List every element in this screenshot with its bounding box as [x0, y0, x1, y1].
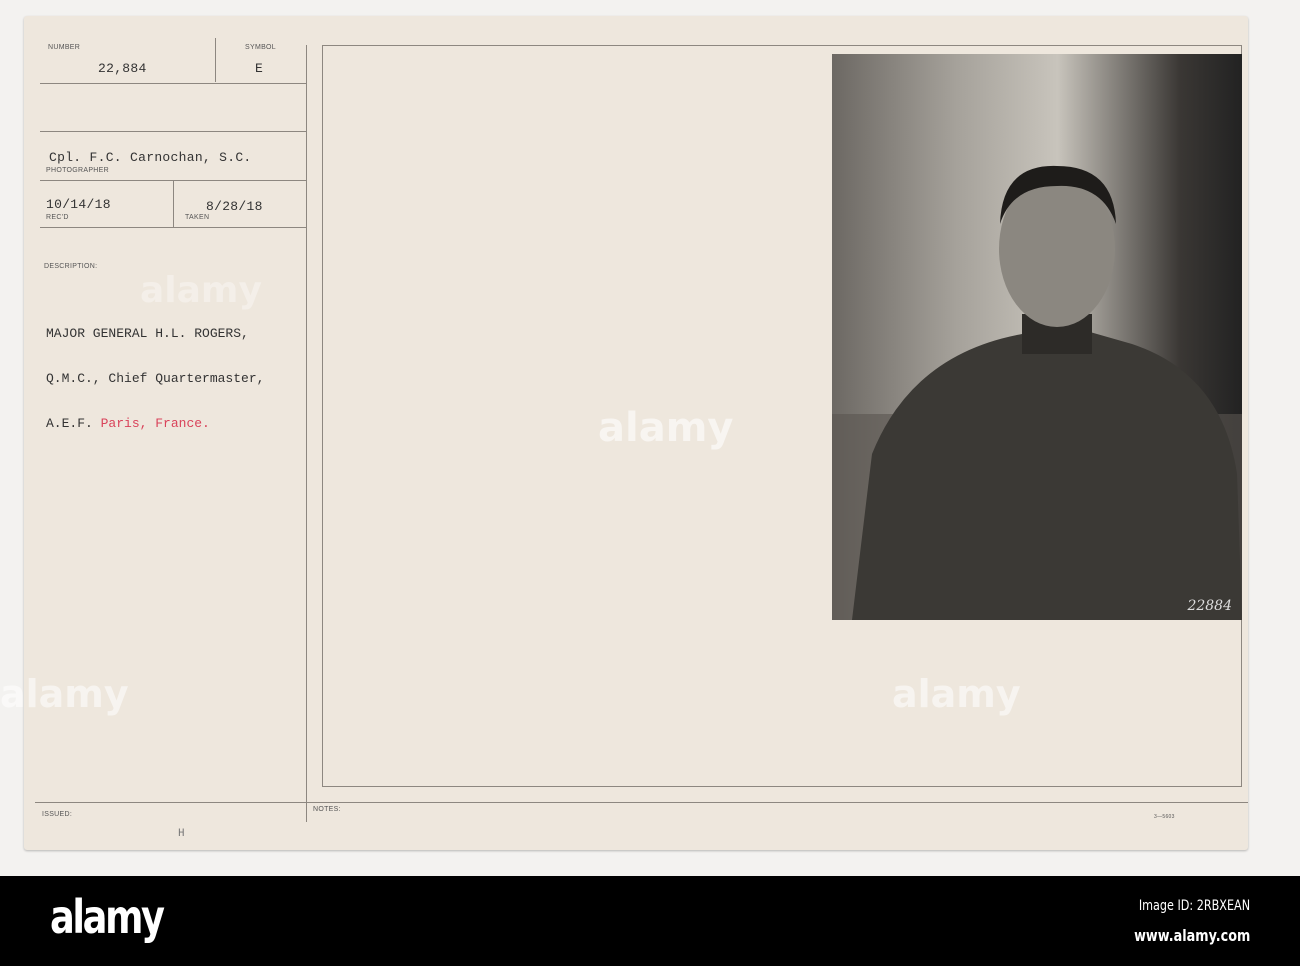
taken-label: TAKEN [185, 214, 210, 221]
divider [40, 131, 306, 132]
divider [40, 83, 306, 84]
description-location: Paris, France. [100, 416, 210, 431]
symbol-label: SYMBOL [245, 44, 276, 51]
issued-label: ISSUED: [42, 811, 73, 818]
watermark: alamy [0, 672, 129, 716]
issued-mark: H [178, 828, 185, 840]
number-value: 22,884 [98, 61, 147, 76]
divider [215, 38, 216, 82]
recd-label: REC'D [46, 214, 69, 221]
image-id: Image ID: 2RBXEAN [1138, 898, 1250, 914]
number-label: NUMBER [48, 44, 81, 51]
photo-number: 22884 [1187, 598, 1232, 614]
photographer-label: PHOTOGRAPHER [46, 167, 109, 174]
divider [173, 180, 174, 227]
divider [40, 227, 306, 228]
divider [35, 802, 1248, 803]
recd-value: 10/14/18 [46, 197, 111, 212]
column-divider [306, 45, 307, 822]
description-label: DESCRIPTION: [44, 263, 98, 270]
alamy-logo: alamy [50, 890, 165, 944]
website-link[interactable]: www.alamy.com [1134, 926, 1250, 945]
portrait-figure [832, 165, 1242, 620]
description: MAJOR GENERAL H.L. ROGERS, Q.M.C., Chief… [46, 296, 264, 461]
description-line: MAJOR GENERAL H.L. ROGERS, [46, 326, 249, 341]
form-number: 3—5603 [1154, 814, 1175, 820]
alamy-banner: alamy Image ID: 2RBXEAN www.alamy.com [0, 876, 1300, 966]
taken-value: 8/28/18 [206, 199, 263, 214]
notes-label: NOTES: [313, 806, 341, 813]
portrait-photo: 22884 [832, 54, 1242, 620]
description-line: A.E.F. [46, 416, 93, 431]
symbol-value: E [255, 61, 264, 76]
description-line: Q.M.C., Chief Quartermaster, [46, 371, 265, 386]
watermark: alamy [892, 672, 1021, 716]
photographer-value: Cpl. F.C. Carnochan, S.C. [49, 150, 252, 165]
watermark: alamy [598, 405, 734, 451]
watermark: alamy [140, 270, 262, 311]
